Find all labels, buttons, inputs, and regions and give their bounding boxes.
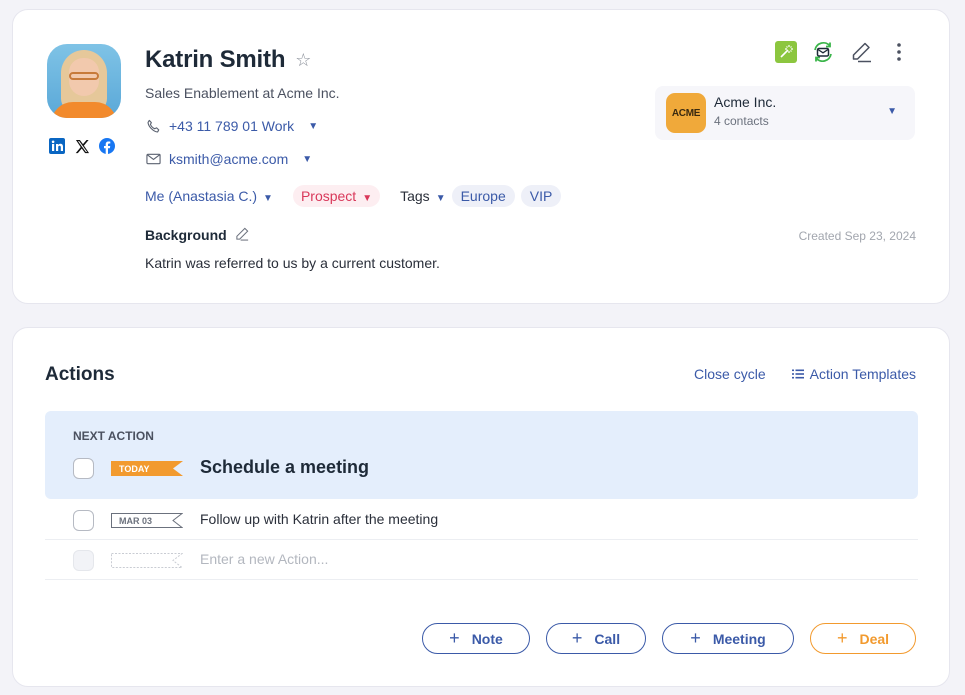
plus-icon: + [571,628,583,648]
chevron-down-icon: ▼ [435,193,446,204]
add-note-button[interactable]: + Note [422,623,530,654]
company-logo: ACME [666,93,706,133]
next-action-checkbox[interactable] [73,458,94,479]
chevron-down-icon: ▼ [362,193,373,204]
avatar[interactable] [47,44,121,118]
owner-label: Me (Anastasia C.) [145,188,258,204]
next-action-label: NEXT ACTION [73,429,154,443]
close-cycle-link[interactable]: Close cycle [694,366,766,382]
chevron-down-icon[interactable]: ▼ [887,106,897,117]
company-contacts-count: 4 contacts [714,114,769,128]
edit-icon[interactable] [849,40,873,64]
today-badge[interactable]: TODAY [111,461,183,476]
facebook-icon[interactable] [99,138,115,154]
pencil-icon[interactable] [235,226,250,244]
plus-icon: + [449,628,460,648]
tags-dropdown[interactable]: Tags ▼ [400,188,445,204]
action-checkbox[interactable] [73,510,94,531]
today-badge-text: TODAY [119,464,150,474]
phone-number[interactable]: +43 11 789 01 Work [169,118,294,134]
social-links [49,138,115,154]
actions-card: Actions Close cycle Action Templates NEX… [12,327,950,687]
created-date: Created Sep 23, 2024 [798,229,916,243]
chevron-down-icon[interactable]: ▼ [302,154,312,165]
star-icon[interactable]: ☆ [295,50,311,71]
background-text[interactable]: Katrin was referred to us by a current c… [145,255,440,271]
new-action-row: Enter a new Action... [45,540,918,580]
new-action-date-badge[interactable] [111,553,183,568]
action-templates-label: Action Templates [809,366,916,382]
x-icon[interactable] [74,138,90,154]
add-call-label: Call [594,630,621,647]
plus-icon: + [690,628,701,648]
tag-europe[interactable]: Europe [451,185,515,207]
new-action-input[interactable]: Enter a new Action... [200,551,328,567]
action-row: MAR 03 Follow up with Katrin after the m… [45,500,918,540]
phone-icon [145,119,161,134]
contact-name: Katrin Smith [145,46,286,73]
more-options-icon[interactable] [887,40,911,64]
add-note-label: Note [471,630,503,647]
add-meeting-button[interactable]: + Meeting [662,623,794,654]
add-meeting-label: Meeting [712,630,766,647]
envelope-icon [145,153,161,165]
linkedin-icon[interactable] [49,138,65,154]
next-action-box: NEXT ACTION TODAY Schedule a meeting [45,411,918,499]
action-text[interactable]: Follow up with Katrin after the meeting [200,511,438,527]
job-title: Sales Enablement at Acme Inc. [145,85,340,101]
new-action-checkbox [73,550,94,571]
action-templates-link[interactable]: Action Templates [791,366,916,382]
tag-vip[interactable]: VIP [520,185,562,207]
company-card[interactable]: ACME Acme Inc. 4 contacts ▼ [655,86,915,140]
magic-wand-icon[interactable] [775,41,797,63]
date-badge[interactable]: MAR 03 [111,513,183,528]
add-deal-button[interactable]: + Deal [810,623,916,654]
email-row[interactable]: ksmith@acme.com ▼ [145,151,312,167]
plus-icon: + [836,628,848,648]
add-call-button[interactable]: + Call [546,623,646,654]
phone-row[interactable]: +43 11 789 01 Work ▼ [145,118,318,134]
list-icon [791,366,804,382]
actions-title: Actions [45,364,115,385]
chevron-down-icon[interactable]: ▼ [308,121,318,132]
status-label: Prospect [300,188,357,204]
status-badge[interactable]: Prospect ▼ [292,185,381,207]
next-action-text[interactable]: Schedule a meeting [200,457,369,478]
chevron-down-icon: ▼ [263,193,273,204]
add-deal-label: Deal [859,630,890,647]
email-address[interactable]: ksmith@acme.com [169,151,288,167]
company-name[interactable]: Acme Inc. [714,94,776,110]
contact-card: Katrin Smith ☆ Sales Enablement at Acme … [12,9,950,304]
date-badge-text: MAR 03 [119,516,152,526]
background-title: Background [145,227,227,243]
owner-dropdown[interactable]: Me (Anastasia C.) ▼ [145,188,273,204]
email-sync-icon[interactable] [811,40,835,64]
tags-label: Tags [400,188,430,204]
